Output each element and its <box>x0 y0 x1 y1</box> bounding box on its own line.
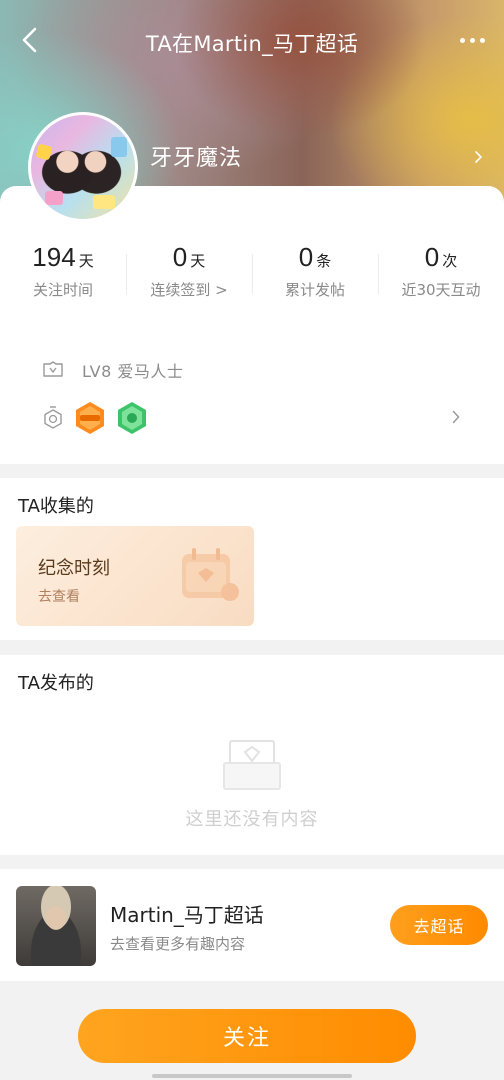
stat-label: 累计发帖 <box>284 281 345 299</box>
avatar-sticker-decoration <box>93 195 115 209</box>
level-text: LV8 爱马人士 <box>82 362 184 381</box>
supertopic-subtitle: 去查看更多有趣内容 <box>110 935 246 953</box>
back-button[interactable] <box>14 24 46 56</box>
stat-unit: 天 <box>78 252 94 270</box>
follow-button[interactable]: 关注 <box>78 1009 416 1063</box>
stat-value: 0 <box>298 242 314 272</box>
avatar-sticker-decoration <box>35 143 53 161</box>
avatar[interactable] <box>28 112 138 222</box>
memorial-moments-card[interactable]: 纪念时刻 去查看 <box>16 526 254 626</box>
posted-section-title: TA发布的 <box>18 673 94 694</box>
stat-total-posts: 0条 累计发帖 <box>252 242 378 312</box>
green-hexagon-badge-icon[interactable] <box>116 400 148 436</box>
calendar-decoration-icon <box>182 548 239 601</box>
avatar-sticker-decoration <box>45 191 63 205</box>
more-dot-icon <box>459 37 465 43</box>
stat-label: 连续签到 > <box>150 281 228 299</box>
supertopic-thumbnail[interactable] <box>16 886 96 966</box>
stats-row: 194 天 关注时间 0天 连续签到 > 0条 累计发帖 0次 近30天互动 <box>0 242 504 312</box>
stat-unit: 天 <box>190 252 206 270</box>
supertopic-name[interactable]: Martin_马丁超话 <box>110 899 264 928</box>
home-indicator <box>152 1074 352 1078</box>
collected-section: TA收集的 纪念时刻 去查看 <box>0 478 504 640</box>
chevron-right-icon[interactable] <box>474 150 484 164</box>
stat-label: 关注时间 <box>32 281 93 299</box>
stat-value: 0 <box>172 242 188 272</box>
medal-icon <box>44 406 62 429</box>
memorial-card-title: 纪念时刻 <box>38 558 110 579</box>
stat-unit: 条 <box>316 252 332 270</box>
empty-state-text: 这里还没有内容 <box>185 809 319 830</box>
stat-unit: 次 <box>442 252 458 270</box>
orange-hexagon-badge-icon[interactable] <box>74 400 106 436</box>
stat-value: 194 <box>32 242 76 272</box>
stat-recent-interactions: 0次 近30天互动 <box>378 242 504 312</box>
go-supertopic-button[interactable]: 去超话 <box>390 905 488 945</box>
level-row: LV8 爱马人士 <box>42 358 183 382</box>
more-dot-icon <box>479 37 485 43</box>
username[interactable]: 牙牙魔法 <box>150 140 242 172</box>
stat-follow-days: 194 天 关注时间 <box>0 242 126 312</box>
profile-stats-card: 194 天 关注时间 0天 连续签到 > 0条 累计发帖 0次 近30天互动 LV… <box>0 186 504 464</box>
level-shield-icon <box>43 361 63 377</box>
stat-value: 0 <box>424 242 440 272</box>
more-options-button[interactable] <box>454 28 490 52</box>
chevron-right-icon <box>452 410 460 424</box>
empty-box-icon <box>223 740 281 790</box>
supertopic-entry[interactable]: Martin_马丁超话 去查看更多有趣内容 去超话 <box>0 869 504 981</box>
back-arrow-icon <box>22 27 37 53</box>
more-dot-icon <box>469 37 475 43</box>
posted-section: TA发布的 这里还没有内容 <box>0 655 504 855</box>
memorial-card-subtitle: 去查看 <box>38 589 80 605</box>
collected-section-title: TA收集的 <box>18 496 94 517</box>
badge-row[interactable] <box>42 398 472 438</box>
page-title: TA在Martin_马丁超话 <box>145 32 359 56</box>
avatar-sticker-decoration <box>111 137 127 157</box>
stat-label: 近30天互动 <box>401 281 481 299</box>
stat-checkin-streak[interactable]: 0天 连续签到 > <box>126 242 252 312</box>
